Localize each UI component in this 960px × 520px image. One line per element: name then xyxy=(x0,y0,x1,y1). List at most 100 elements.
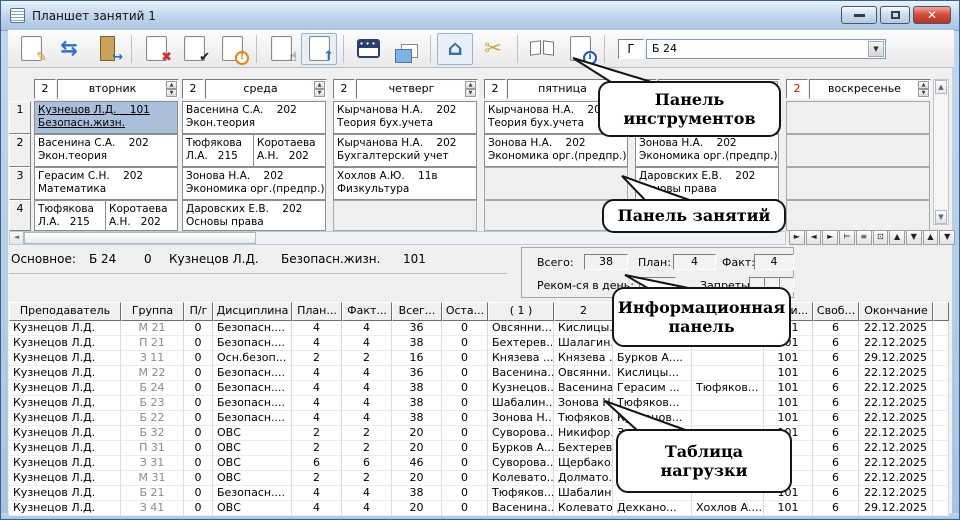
spinner-down-button[interactable]: ▼ xyxy=(918,89,929,97)
nav-button-10[interactable]: ▼ xyxy=(939,230,956,245)
sheet-info-button[interactable]: i xyxy=(562,33,598,65)
accept-lesson-button[interactable]: ✔ xyxy=(176,33,212,65)
schedule-cell[interactable]: Хохлов А.Ю. 11в Физкультура xyxy=(333,167,477,200)
new-lesson-button[interactable]: ✎ xyxy=(13,33,49,65)
cell: 0 xyxy=(184,366,213,381)
toolbar: ✎ ⇆ ↪ ✖ ✔! ☝ ↑ ∙∙∙ ⌂ ✂ i Г Б 24 ▼ xyxy=(8,30,954,68)
schedule-cell[interactable]: Коротаева А.Н. 202 xyxy=(105,200,178,231)
nav-button-2[interactable]: ◄ xyxy=(805,230,822,245)
cell: 38 xyxy=(392,396,442,411)
delete-lesson-button[interactable]: ✖ xyxy=(138,33,174,65)
load-table-row[interactable]: Кузнецов Л.Д. Б 24 0 Безопасн.... 4 4 38 0 Кузне… xyxy=(9,381,949,396)
spinner-up-button[interactable]: ▲ xyxy=(314,81,325,89)
schedule-cell[interactable]: Даровских Е.В. 202 Основы права xyxy=(635,167,779,200)
nav-button-8[interactable]: ▼ xyxy=(905,230,922,245)
schedule-cell[interactable]: Коротаева А.Н. 202 xyxy=(253,134,326,167)
schedule-cell-empty[interactable] xyxy=(333,200,477,231)
scroll-left-icon[interactable]: ◄ xyxy=(10,232,24,244)
load-table-row[interactable]: Кузнецов Л.Д. Б 32 0 ОВС 2 2 20 0 Суворова... Ник… xyxy=(9,426,949,441)
column-header[interactable]: 2 xyxy=(554,302,613,321)
schedule-vertical-scrollbar[interactable]: ▲ ▼ xyxy=(933,79,949,225)
home-button[interactable]: ⌂ xyxy=(437,32,473,65)
schedule-cell[interactable]: Кырчанова Н.А. 202 Бухгалтерский учет xyxy=(333,134,477,167)
raise-lesson-button[interactable]: ↑ xyxy=(301,32,337,65)
load-table-row[interactable]: Кузнецов Л.Д. М 31 0 ОВС 2 2 20 0 Колевато... Дол… xyxy=(9,471,949,486)
schedule-cell[interactable]: Васенина С.А. 202 Экон.теория xyxy=(182,101,326,134)
schedule-horizontal-scrollbar[interactable]: ◄ xyxy=(9,231,786,245)
tools-button[interactable]: ✂ xyxy=(475,33,511,65)
chevron-down-icon[interactable]: ▼ xyxy=(868,40,884,57)
load-table-row[interactable]: Кузнецов Л.Д. Б 23 0 Безопасн.... 4 4 38 0 Шабал… xyxy=(9,396,949,411)
schedule-cell-empty[interactable] xyxy=(484,167,628,200)
schedule-cell[interactable]: Зонова Н.А. 202 Экономика орг.(предпр.) xyxy=(182,167,326,200)
maximize-button[interactable] xyxy=(880,6,910,24)
main-info-group: Б 24 xyxy=(89,252,117,266)
load-table-row[interactable]: Кузнецов Л.Д. Б 21 0 Безопасн.... 4 4 38 0 Тюфяк… xyxy=(9,486,949,501)
schedule-cell-empty[interactable] xyxy=(786,200,930,231)
scroll-up-icon[interactable]: ▲ xyxy=(935,80,947,94)
open-book-button[interactable] xyxy=(524,33,560,65)
load-table-row[interactable]: Кузнецов Л.Д. М 22 0 Безопасн.... 4 4 36 0 Васен… xyxy=(9,366,949,381)
column-header[interactable]: Оста... xyxy=(442,302,488,321)
load-table-row[interactable]: Кузнецов Л.Д. З 11 0 Осн.безоп... 2 2 16 0 Князе… xyxy=(9,351,949,366)
schedule-cell-empty[interactable] xyxy=(786,101,930,134)
cell: Кузнецов Л.Д. xyxy=(9,441,121,456)
column-header[interactable]: Окончание xyxy=(859,302,933,321)
group-combobox[interactable]: Б 24 ▼ xyxy=(646,38,886,59)
schedule-cell[interactable]: Кузнецов Л.Д. 101 Безопасн.жизн. xyxy=(34,101,178,134)
schedule-cell[interactable]: Кырчанова Н.А. 202 Теория бух.учета xyxy=(333,101,477,134)
column-header[interactable]: П/г xyxy=(184,302,213,321)
cell: 0 xyxy=(184,426,213,441)
column-header[interactable]: Группа xyxy=(121,302,184,321)
spinner-down-button[interactable]: ▼ xyxy=(314,89,325,97)
schedule-cell[interactable]: Тюфякова Л.А. 215 xyxy=(182,134,254,167)
column-header[interactable]: Всег... xyxy=(392,302,442,321)
load-table-row[interactable]: Кузнецов Л.Д. П 21 0 Безопасн.... 4 4 38 0 Бехте… xyxy=(9,336,949,351)
column-header[interactable] xyxy=(933,302,949,321)
nav-button-7[interactable]: ▲ xyxy=(889,230,905,245)
cell: 4 xyxy=(292,336,342,351)
scrollbar-thumb[interactable] xyxy=(24,232,256,244)
cell: 0 xyxy=(184,336,213,351)
column-header[interactable]: ( 1 ) xyxy=(488,302,554,321)
schedule-cell[interactable]: Герасим С.Н. 202 Математика xyxy=(34,167,178,200)
nav-button-9[interactable]: ▲ xyxy=(922,230,939,245)
swap-lessons-button[interactable]: ⇆ xyxy=(51,33,87,65)
schedule-cell[interactable]: Зонова Н.А. 202 Экономика орг.(предпр.) xyxy=(484,134,628,167)
load-table-row[interactable]: Кузнецов Л.Д. Б 22 0 Безопасн.... 4 4 38 0 Зонов… xyxy=(9,411,949,426)
load-table-row[interactable]: Кузнецов Л.Д. З 31 0 ОВС 6 6 46 0 Суворова... Щер… xyxy=(9,456,949,471)
schedule-cell[interactable]: Даровских Е.В. 202 Основы права xyxy=(182,200,326,231)
spinner-up-button[interactable]: ▲ xyxy=(465,81,476,89)
warning-lesson-button[interactable]: ! xyxy=(214,33,250,65)
load-table-row[interactable]: Кузнецов Л.Д. П 31 0 ОВС 2 2 20 0 Бурков А.... Бе… xyxy=(9,441,949,456)
schedule-cell[interactable]: Тюфякова Л.А. 215 xyxy=(34,200,106,231)
nav-button-6[interactable]: ⊡ xyxy=(872,230,889,245)
column-header[interactable]: Преподаватель xyxy=(9,302,121,321)
schedule-cell-empty[interactable] xyxy=(786,134,930,167)
cell: 6 xyxy=(813,381,859,396)
scroll-down-icon[interactable]: ▼ xyxy=(935,210,947,224)
schedule-cell[interactable]: Васенина С.А. 202 Экон.теория xyxy=(34,134,178,167)
spinner-up-button[interactable]: ▲ xyxy=(918,81,929,89)
column-header[interactable]: Факт... xyxy=(342,302,392,321)
pick-lesson-button[interactable]: ☝ xyxy=(263,33,299,65)
nav-button-4[interactable]: ⊨ xyxy=(839,230,855,245)
exit-door-button[interactable]: ↪ xyxy=(89,33,125,65)
column-header[interactable]: План... xyxy=(292,302,342,321)
minimize-button[interactable] xyxy=(841,6,877,24)
spinner-down-button[interactable]: ▼ xyxy=(166,89,177,97)
load-table-row[interactable]: Кузнецов Л.Д. З 41 0 ОВС 4 4 20 0 Васенина... Кол… xyxy=(9,501,949,516)
spinner-up-button[interactable]: ▲ xyxy=(166,81,177,89)
schedule-cell-empty[interactable] xyxy=(786,167,930,200)
nav-button-3[interactable]: ► xyxy=(822,230,839,245)
nav-button-1[interactable]: ► xyxy=(789,230,805,245)
spinner-down-button[interactable]: ▼ xyxy=(465,89,476,97)
schedule-cell[interactable]: Зонова Н.А. 202 Экономика орг.(предпр.) xyxy=(635,134,779,167)
column-header[interactable]: Своб... xyxy=(813,302,859,321)
column-header[interactable]: Дисциплина xyxy=(213,302,292,321)
nav-button-5[interactable]: ≡ xyxy=(855,230,872,245)
close-button[interactable]: ✕ xyxy=(913,6,951,24)
calendar-button[interactable]: ∙∙∙ xyxy=(350,33,386,65)
copy-sheets-button[interactable] xyxy=(388,33,424,65)
load-table-row[interactable]: Кузнецов Л.Д. М 21 0 Безопасн.... 4 4 36 0 Овсян… xyxy=(9,321,949,336)
